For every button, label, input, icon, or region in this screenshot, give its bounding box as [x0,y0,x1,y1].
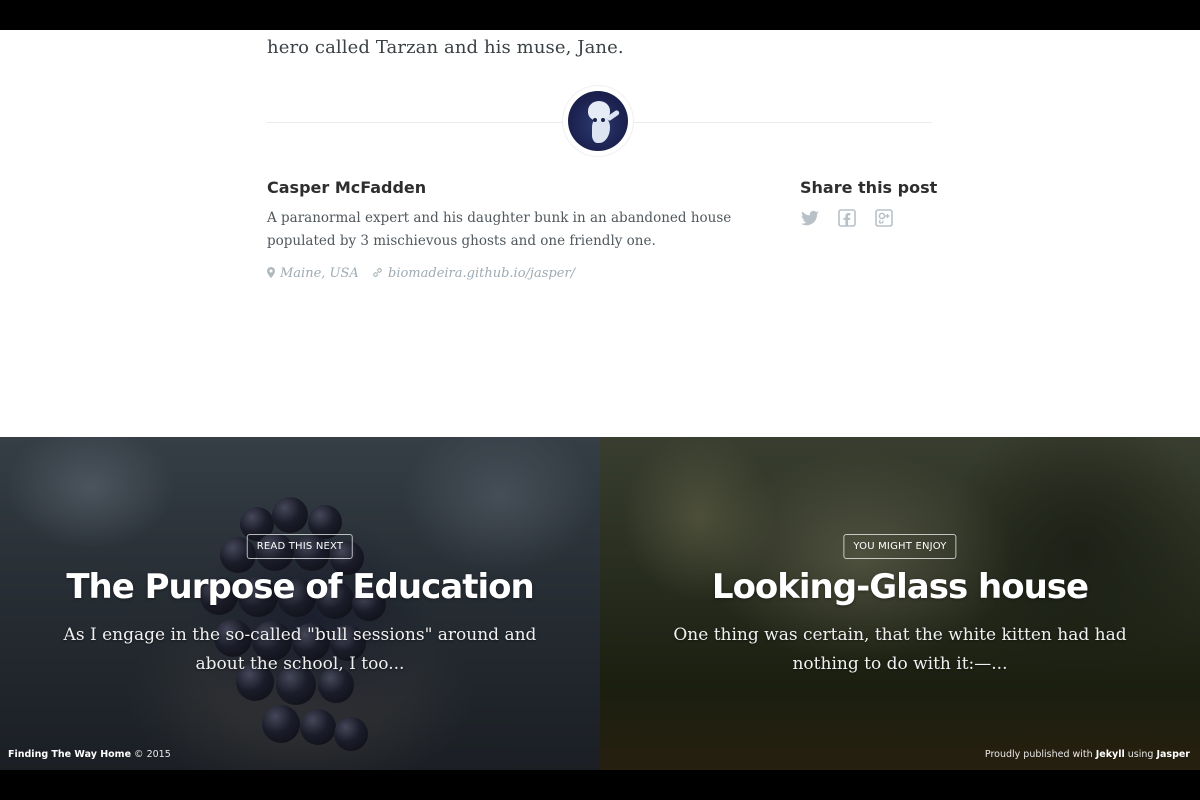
map-pin-icon [267,266,275,281]
footer-site-name[interactable]: Finding The Way Home [8,749,131,760]
site-footer-copyright: Finding The Way Home © 2015 [8,749,171,760]
location-text: Maine, USA [280,266,359,281]
you-might-enjoy-panel[interactable]: YOU MIGHT ENJOY Looking-Glass house One … [600,437,1200,770]
author-location: Maine, USA [267,266,359,281]
ghost-head [588,101,610,122]
share-title: Share this post [800,178,938,197]
footer-published-prefix: Proudly published with [984,749,1093,760]
twitter-icon[interactable] [800,208,820,228]
site-footer-credits: Proudly published with Jekyll using Jasp… [985,749,1190,760]
share-buttons [800,208,894,228]
read-next-tag: READ THIS NEXT [246,534,354,559]
google-plus-icon[interactable] [874,208,894,228]
author-avatar[interactable] [563,86,633,156]
footer-using: using [1127,749,1154,760]
article-closing-text: hero called Tarzan and his muse, Jane. [267,37,624,58]
ghost-eye [601,118,605,122]
bottom-black-bar [0,770,1200,800]
article-footer-section: hero called Tarzan and his muse, Jane. C… [0,30,1200,437]
author-website-link[interactable]: biomadeira.github.io/jasper/ [372,266,575,281]
footer-jekyll-link[interactable]: Jekyll [1096,749,1125,760]
author-name[interactable]: Casper McFadden [267,178,426,197]
top-black-bar [0,0,1200,30]
read-next-title[interactable]: The Purpose of Education [0,567,600,607]
author-bio: A paranormal expert and his daughter bun… [267,210,732,249]
ghost-avatar-icon [568,91,628,151]
footer-copyright: © 2015 [134,749,171,760]
ghost-eye [593,118,597,122]
you-might-enjoy-excerpt: One thing was certain, that the white ki… [673,625,1127,674]
you-might-enjoy-title[interactable]: Looking-Glass house [600,567,1200,607]
facebook-icon[interactable] [837,208,857,228]
read-next-panel[interactable]: READ THIS NEXT The Purpose of Education … [0,437,600,770]
footer-jasper-link[interactable]: Jasper [1156,749,1190,760]
website-text[interactable]: biomadeira.github.io/jasper/ [388,266,575,281]
read-next-excerpt: As I engage in the so-called "bull sessi… [63,625,537,674]
link-icon [372,267,383,281]
you-might-enjoy-tag: YOU MIGHT ENJOY [843,534,957,559]
